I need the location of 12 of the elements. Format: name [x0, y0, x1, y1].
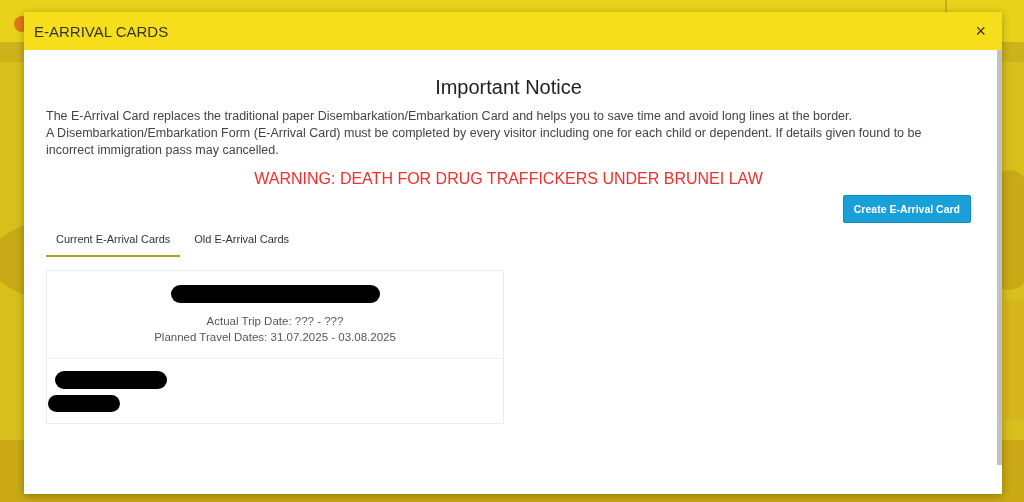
trip-date-text: Planned Travel Dates: 31.07.2025 - 03.08.2025 — [154, 330, 396, 345]
notice-paragraph: A Disembarkation/Embarkation Form (E-Arrival Card) must be completed by every visitor including one for each child or dependent. If details given found to be incorrect immigration pass may cancelled. — [46, 125, 923, 159]
notice-heading: Important Notice — [434, 76, 583, 99]
close-button[interactable]: × — [969, 20, 992, 42]
trip-card[interactable]: Actual Trip Date: ??? - ??? Planned Travel Dates: 31.07.2025 - 03.08.2025 — [46, 270, 504, 424]
trip-date-text: Actual Trip Date: ??? - ??? — [206, 314, 344, 329]
tab[interactable]: Current E-Arrival Cards — [46, 231, 181, 257]
notice-paragraph: The E-Arrival Card replaces the traditional paper Disembarkation/Embarkation Card and helps you to save time and avoid long lines at the border. — [46, 108, 853, 125]
scrollbar[interactable] — [997, 50, 1002, 465]
dialog-title: E-ARRIVAL CARDS — [34, 22, 169, 40]
warning-text: WARNING: DEATH FOR DRUG TRAFFICKERS UNDER BRUNEI LAW — [253, 170, 764, 188]
tab[interactable]: Old E-Arrival Cards — [184, 231, 300, 257]
